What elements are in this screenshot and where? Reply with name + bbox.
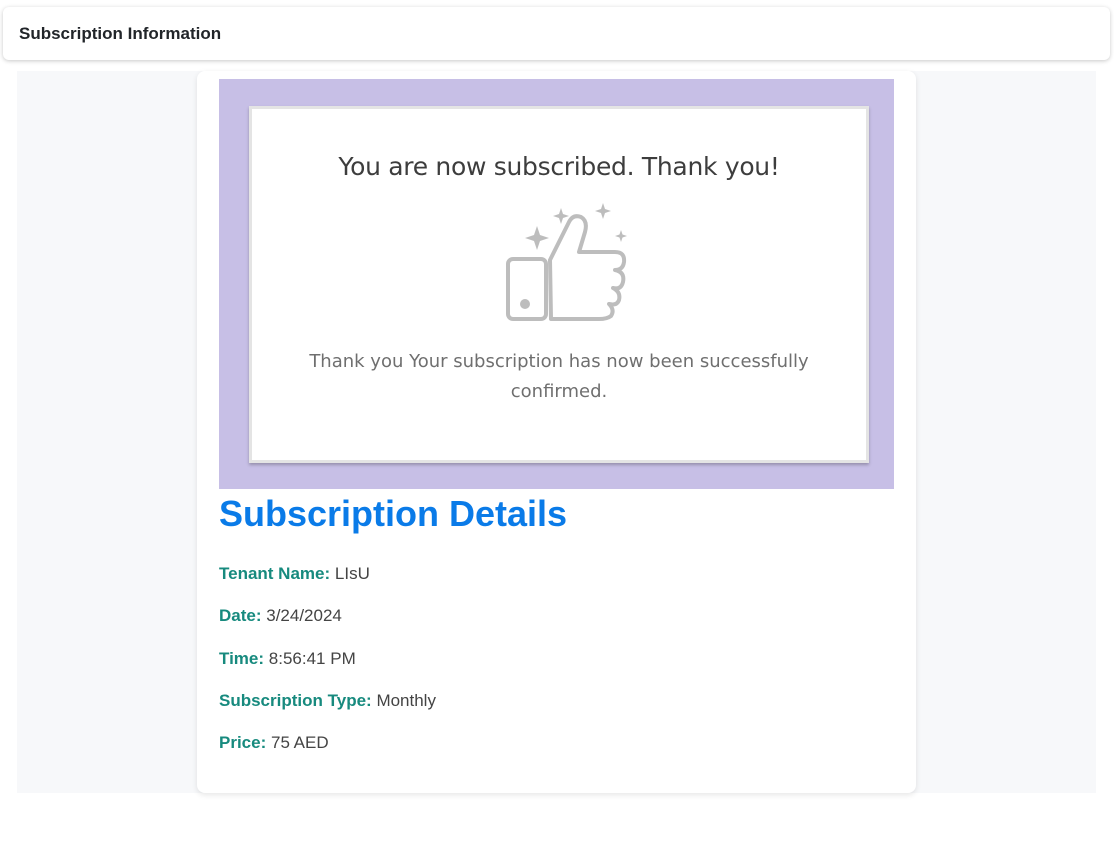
time-value: 8:56:41 PM (268, 649, 356, 668)
subscription-type-label: Subscription Type: (219, 691, 372, 710)
confirmation-heading: You are now subscribed. Thank you! (338, 152, 780, 181)
subscription-card: You are now subscribed. Thank you! Thank… (197, 71, 916, 793)
date-row: Date: 3/24/2024 (219, 606, 342, 626)
date-label: Date: (219, 606, 262, 625)
top-header-bar: Subscription Information (3, 7, 1110, 60)
time-row: Time: 8:56:41 PM (219, 649, 356, 669)
date-value: 3/24/2024 (266, 606, 342, 625)
thumbs-up-sparkles-icon (506, 203, 627, 321)
price-row: Price: 75 AED (219, 733, 329, 753)
tenant-name-value: LIsU (334, 564, 370, 583)
confirmation-box: You are now subscribed. Thank you! Thank… (249, 106, 869, 463)
confirmation-message: Thank you Your subscription has now been… (309, 351, 809, 402)
tenant-name-label: Tenant Name: (219, 564, 331, 583)
tenant-name-row: Tenant Name: LIsU (219, 564, 370, 584)
confirmation-banner: You are now subscribed. Thank you! Thank… (219, 79, 894, 489)
details-title: Subscription Details (219, 493, 568, 534)
subscription-type-value: Monthly (376, 691, 436, 710)
price-label: Price: (219, 733, 267, 752)
subscription-type-row: Subscription Type: Monthly (219, 691, 436, 711)
time-label: Time: (219, 649, 265, 668)
price-value: 75 AED (270, 733, 329, 752)
page-title: Subscription Information (19, 23, 222, 43)
